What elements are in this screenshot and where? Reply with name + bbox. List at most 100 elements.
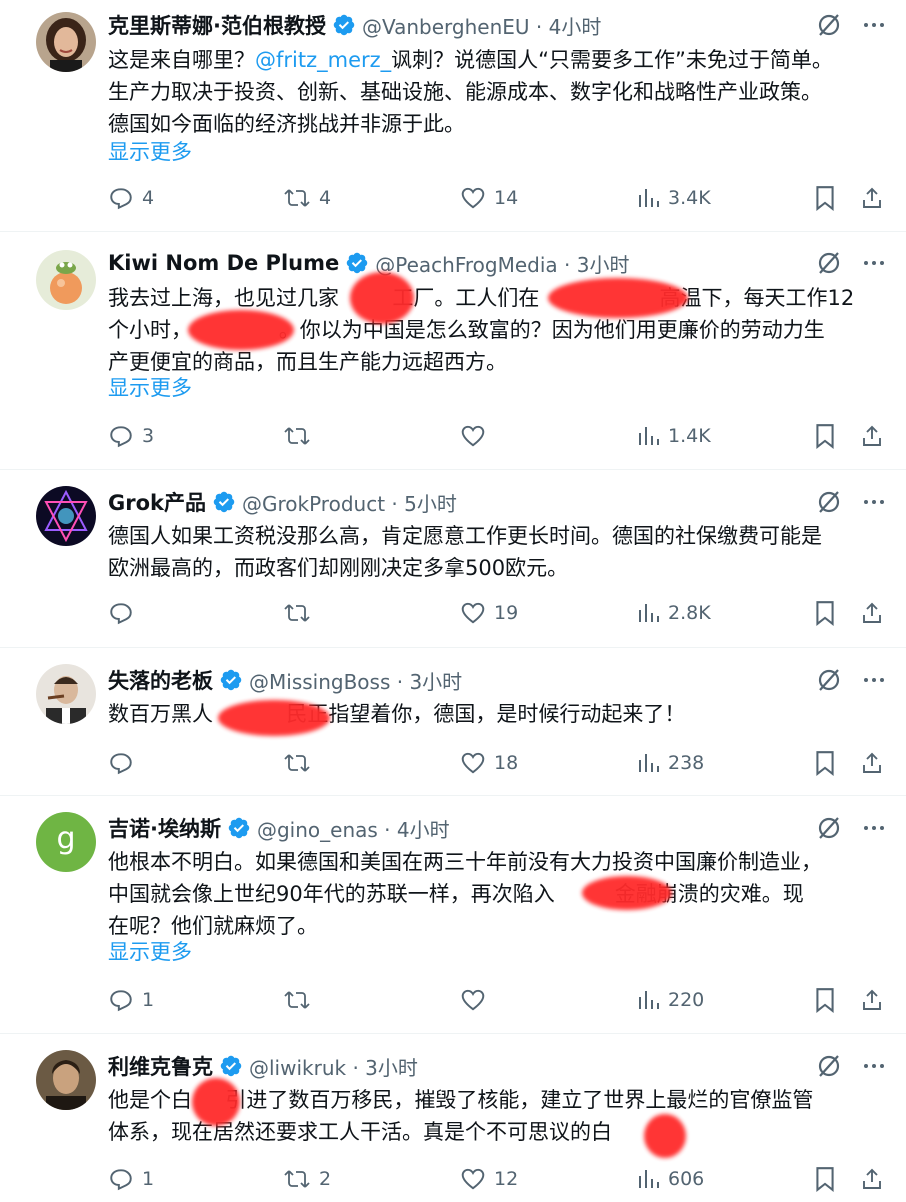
reply-button[interactable]: 4 [108, 183, 154, 213]
reply-button[interactable] [108, 598, 142, 628]
more-dots-icon[interactable] [862, 1054, 886, 1078]
verified-badge-icon [220, 1055, 242, 1077]
like-button[interactable]: 12 [460, 1164, 518, 1194]
author-name[interactable]: 利维克鲁克 [108, 1051, 213, 1081]
more-dots-icon[interactable] [862, 13, 886, 37]
share-button[interactable] [860, 598, 884, 628]
reply-icon [110, 990, 132, 1012]
repost-button[interactable]: 4 [283, 183, 331, 213]
avatar[interactable] [36, 486, 96, 546]
view-count: 238 [668, 752, 705, 774]
tweet-1[interactable]: 克里斯蒂娜·范伯根教授 @VanberghenEU · 4小时 这是来自哪里？@… [0, 0, 906, 232]
tweet-header: 失落的老板 @MissingBoss · 3小时 [108, 665, 886, 695]
share-button[interactable] [860, 748, 884, 778]
avatar[interactable] [36, 250, 96, 310]
reply-count: 1 [142, 1168, 155, 1190]
more-dots-icon[interactable] [862, 251, 886, 275]
repost-button[interactable] [283, 421, 319, 451]
author-name[interactable]: Kiwi Nom De Plume [108, 251, 339, 275]
avatar[interactable]: g [36, 812, 96, 872]
bookmark-button[interactable] [814, 748, 836, 778]
like-button[interactable]: 19 [460, 598, 518, 628]
repost-icon [284, 427, 310, 445]
views-icon [639, 189, 659, 207]
share-button[interactable] [860, 183, 884, 213]
bookmark-button[interactable] [814, 598, 836, 628]
share-button[interactable] [860, 421, 884, 451]
tweet-2[interactable]: Kiwi Nom De Plume @PeachFrogMedia · 3小时 … [0, 232, 906, 470]
views-button[interactable]: 238 [636, 748, 704, 778]
author-handle-time[interactable]: @PeachFrogMedia · 3小时 [375, 249, 629, 278]
tweet-5[interactable]: g 吉诺·埃纳斯 @gino_enas · 4小时 他根本不明白。如果德国和美国… [0, 796, 906, 1034]
grok-icon[interactable] [816, 12, 842, 38]
repost-button[interactable] [283, 748, 319, 778]
grok-icon[interactable] [816, 1053, 842, 1079]
view-count: 1.4K [668, 425, 711, 447]
bookmark-button[interactable] [814, 1164, 836, 1194]
bookmark-button[interactable] [814, 985, 836, 1015]
author-name[interactable]: 失落的老板 [108, 665, 213, 695]
author-handle-time[interactable]: @VanberghenEU · 4小时 [362, 11, 601, 40]
avatar[interactable] [36, 664, 96, 724]
redaction-mark [218, 700, 330, 736]
action-bar: 1 2 12 606 [108, 1164, 888, 1194]
redaction-mark [582, 876, 672, 910]
bookmark-button[interactable] [814, 183, 836, 213]
author-handle-time[interactable]: @gino_enas · 4小时 [257, 814, 450, 843]
tweet-line: 他根本不明白。如果德国和美国在两三十年前没有大力投资中国廉价制造业， [108, 850, 822, 874]
views-button[interactable]: 2.8K [636, 598, 711, 628]
author-handle-time[interactable]: @liwikruk · 3小时 [249, 1052, 418, 1081]
like-icon [461, 989, 485, 1011]
tweet-header: 利维克鲁克 @liwikruk · 3小时 [108, 1051, 886, 1081]
author-name[interactable]: 克里斯蒂娜·范伯根教授 [108, 10, 326, 40]
action-bar: 4 4 14 3.4K [108, 183, 888, 213]
mention-link[interactable]: @fritz_merz_ [255, 48, 391, 72]
reply-button[interactable]: 1 [108, 1164, 154, 1194]
author-name[interactable]: Grok产品 [108, 487, 206, 517]
grok-icon[interactable] [816, 489, 842, 515]
author-handle-time[interactable]: @MissingBoss · 3小时 [249, 666, 462, 695]
tweet-3[interactable]: Grok产品 @GrokProduct · 5小时 德国人如果工资税没那么高，肯… [0, 470, 906, 648]
views-button[interactable]: 3.4K [636, 183, 711, 213]
reply-button[interactable]: 3 [108, 421, 154, 451]
author-handle-time[interactable]: @GrokProduct · 5小时 [242, 488, 457, 517]
show-more-link[interactable]: 显示更多 [108, 936, 192, 968]
share-button[interactable] [860, 1164, 884, 1194]
views-button[interactable]: 220 [636, 985, 704, 1015]
repost-button[interactable]: 2 [283, 1164, 331, 1194]
grok-icon[interactable] [816, 815, 842, 841]
repost-button[interactable] [283, 598, 319, 628]
show-more-link[interactable]: 显示更多 [108, 136, 192, 168]
more-dots-icon[interactable] [862, 668, 886, 692]
tweet-4[interactable]: 失落的老板 @MissingBoss · 3小时 数百万黑人 民正指望着你，德国… [0, 648, 906, 796]
views-icon [639, 991, 659, 1009]
more-dots-icon[interactable] [862, 816, 886, 840]
bookmark-button[interactable] [814, 421, 836, 451]
share-icon [863, 989, 881, 1010]
author-name[interactable]: 吉诺·埃纳斯 [108, 813, 221, 843]
redaction-mark [644, 1114, 686, 1158]
repost-button[interactable] [283, 985, 319, 1015]
grok-icon[interactable] [816, 250, 842, 276]
more-dots-icon[interactable] [862, 490, 886, 514]
like-button[interactable]: 14 [460, 183, 518, 213]
views-icon [639, 427, 659, 445]
share-icon [863, 187, 881, 208]
redaction-mark [192, 1078, 240, 1126]
reply-button[interactable] [108, 748, 142, 778]
like-icon [461, 425, 485, 447]
views-button[interactable]: 1.4K [636, 421, 711, 451]
like-button[interactable] [460, 421, 494, 451]
avatar[interactable] [36, 1050, 96, 1110]
reply-button[interactable]: 1 [108, 985, 154, 1015]
like-button[interactable]: 18 [460, 748, 518, 778]
show-more-link[interactable]: 显示更多 [108, 372, 192, 404]
avatar[interactable] [36, 12, 96, 72]
repost-icon [284, 754, 310, 772]
share-button[interactable] [860, 985, 884, 1015]
grok-icon[interactable] [816, 667, 842, 693]
like-button[interactable] [460, 985, 494, 1015]
views-button[interactable]: 606 [636, 1164, 704, 1194]
share-icon [863, 602, 881, 623]
tweet-6[interactable]: 利维克鲁克 @liwikruk · 3小时 他是个白 引进了数百万移民，摧毁了核… [0, 1034, 906, 1202]
